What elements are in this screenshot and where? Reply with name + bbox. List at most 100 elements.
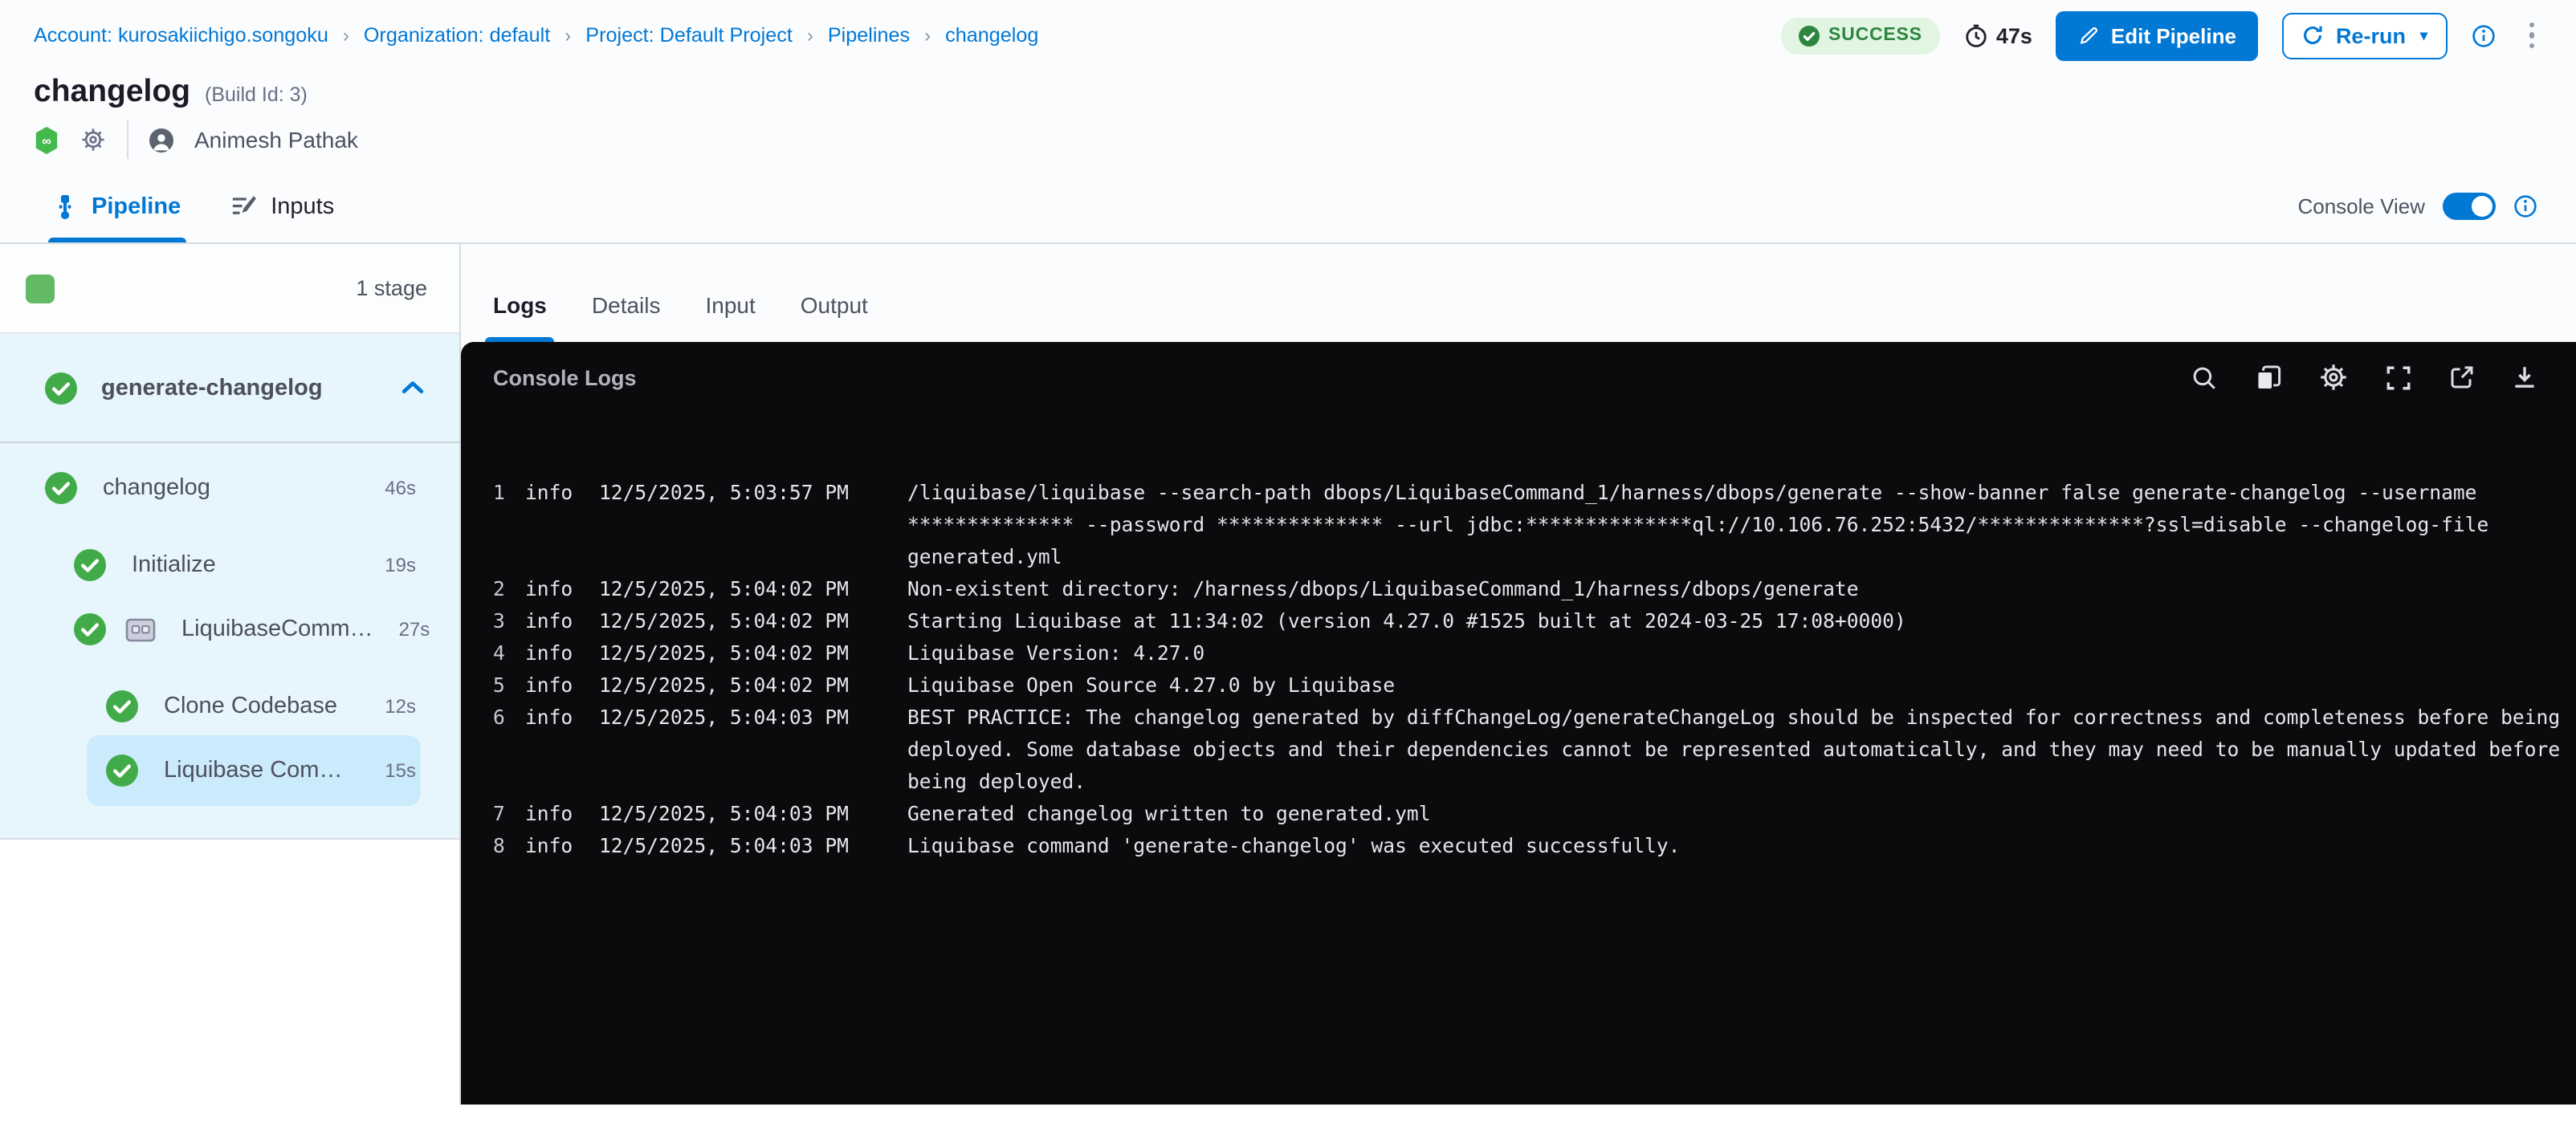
pipeline-icon [53, 193, 77, 219]
step-row-liquibase-command-group[interactable]: LiquibaseComm… 27s [0, 597, 459, 661]
tab-input[interactable]: Input [706, 292, 756, 342]
page-title: changelog [34, 74, 190, 111]
log-message: Starting Liquibase at 11:34:02 (version … [907, 605, 2550, 637]
breadcrumb-changelog[interactable]: changelog [945, 24, 1038, 47]
trigger-author: Animesh Pathak [194, 127, 358, 153]
log-message: /liquibase/liquibase --search-path dbops… [907, 477, 2550, 573]
stage-group-row[interactable]: generate-changelog [0, 334, 459, 443]
svg-text:∞: ∞ [42, 133, 51, 148]
divider [127, 120, 128, 159]
settings-gear-icon[interactable] [2319, 363, 2348, 392]
breadcrumb-pipelines[interactable]: Pipelines [828, 24, 910, 47]
search-icon[interactable] [2191, 364, 2218, 391]
tab-logs[interactable]: Logs [493, 292, 547, 342]
log-entry: 8 info 12/5/2025, 5:04:03 PM Liquibase c… [493, 830, 2550, 862]
breadcrumb-account[interactable]: Account: kurosakiichigo.songoku [34, 24, 328, 47]
log-message: Non-existent directory: /harness/dbops/L… [907, 573, 2550, 605]
success-check-icon [74, 549, 106, 581]
console-view-control: Console View [2297, 193, 2537, 220]
breadcrumb: Account: kurosakiichigo.songoku › Organi… [34, 24, 1038, 47]
log-timestamp: 12/5/2025, 5:04:03 PM [599, 702, 907, 798]
copy-icon[interactable] [2255, 364, 2282, 391]
log-timestamp: 12/5/2025, 5:04:02 PM [599, 637, 907, 669]
top-bar: Account: kurosakiichigo.songoku › Organi… [0, 0, 2576, 71]
step-row-changelog[interactable]: changelog 46s [0, 456, 459, 520]
stage-status-square[interactable] [26, 274, 55, 303]
step-label: Initialize [132, 552, 359, 578]
log-line-number: 4 [493, 637, 525, 669]
stage-count: 1 stage [356, 276, 427, 300]
fullscreen-icon[interactable] [2385, 364, 2412, 391]
download-icon[interactable] [2512, 364, 2537, 390]
edit-pipeline-button[interactable]: Edit Pipeline [2056, 10, 2259, 60]
chevron-up-icon[interactable] [401, 380, 424, 395]
log-level: info [525, 702, 599, 798]
tab-output[interactable]: Output [801, 292, 868, 342]
log-line-number: 1 [493, 477, 525, 573]
step-row-initialize[interactable]: Initialize 19s [0, 533, 459, 597]
tab-pipeline[interactable]: Pipeline [53, 170, 181, 242]
log-message: BEST PRACTICE: The changelog generated b… [907, 702, 2560, 798]
console-panel: Console Logs [461, 342, 2576, 1105]
log-level: info [525, 573, 599, 605]
step-label: LiquibaseComm… [181, 616, 373, 642]
breadcrumb-project[interactable]: Project: Default Project [585, 24, 793, 47]
log-level: info [525, 798, 599, 830]
log-message: Generated changelog written to generated… [907, 798, 2550, 830]
stage-group-label: generate-changelog [101, 375, 377, 401]
step-duration: 27s [399, 618, 430, 641]
rerun-icon [2302, 24, 2325, 47]
tab-inputs[interactable]: Inputs [229, 170, 334, 242]
rerun-button[interactable]: Re-run ▾ [2283, 12, 2447, 59]
step-duration: 19s [385, 554, 416, 576]
console-view-label: Console View [2297, 194, 2425, 218]
console-view-toggle[interactable] [2443, 193, 2496, 220]
console-log-output[interactable]: 1 info 12/5/2025, 5:03:57 PM /liquibase/… [461, 413, 2576, 862]
log-line-number: 3 [493, 605, 525, 637]
gear-icon[interactable] [80, 127, 106, 153]
log-timestamp: 12/5/2025, 5:04:02 PM [599, 669, 907, 702]
breadcrumb-separator: › [565, 24, 571, 47]
console-toolbar [2191, 363, 2537, 392]
breadcrumb-separator: › [924, 24, 931, 47]
chevron-down-icon: ▾ [2420, 26, 2427, 44]
build-id: (Build Id: 3) [205, 83, 308, 106]
console-view-info-icon[interactable] [2513, 194, 2537, 218]
open-in-new-icon[interactable] [2449, 364, 2475, 390]
step-row-clone-codebase[interactable]: Clone Codebase 12s [0, 674, 459, 738]
step-duration: 46s [385, 477, 416, 499]
stage-graph-header: 1 stage [0, 244, 459, 334]
pencil-icon [2079, 25, 2100, 46]
log-message: Liquibase Open Source 4.27.0 by Liquibas… [907, 669, 2550, 702]
step-row-liquibase-command-selected[interactable]: Liquibase Com… 15s [0, 738, 459, 803]
execution-sidebar: 1 stage generate-changelog changelog 46s [0, 244, 461, 1105]
view-tabbar: Pipeline Inputs Console View [0, 170, 2576, 244]
step-duration: 15s [385, 759, 416, 782]
step-label: Clone Codebase [164, 694, 359, 719]
step-label: Liquibase Com… [164, 758, 359, 783]
step-label: changelog [103, 475, 359, 501]
execution-actions: SUCCESS 47s Edit Pipeline [1780, 10, 2544, 60]
status-badge-label: SUCCESS [1828, 26, 1922, 45]
breadcrumb-separator: › [343, 24, 349, 47]
success-check-icon [45, 372, 77, 404]
success-check-icon [1798, 25, 1819, 46]
log-message: Liquibase Version: 4.27.0 [907, 637, 2550, 669]
step-details-panel: Logs Details Input Output Console Logs [461, 244, 2576, 1105]
step-detail-tabs: Logs Details Input Output [461, 244, 2576, 342]
log-line-number: 2 [493, 573, 525, 605]
breadcrumb-separator: › [807, 24, 813, 47]
log-line-number: 7 [493, 798, 525, 830]
log-message: Liquibase command 'generate-changelog' w… [907, 830, 2550, 862]
breadcrumb-organization[interactable]: Organization: default [364, 24, 550, 47]
more-options-icon[interactable] [2519, 16, 2544, 55]
log-line-number: 6 [493, 702, 525, 798]
tab-details[interactable]: Details [592, 292, 661, 342]
log-entry: 1 info 12/5/2025, 5:03:57 PM /liquibase/… [493, 477, 2550, 573]
rerun-label: Re-run [2336, 23, 2406, 47]
status-badge: SUCCESS [1780, 17, 1940, 54]
success-check-icon [45, 472, 77, 504]
view-tabs: Pipeline Inputs [53, 170, 334, 242]
info-icon[interactable] [2471, 23, 2495, 47]
log-entry: 6 info 12/5/2025, 5:04:03 PM BEST PRACTI… [493, 702, 2550, 798]
